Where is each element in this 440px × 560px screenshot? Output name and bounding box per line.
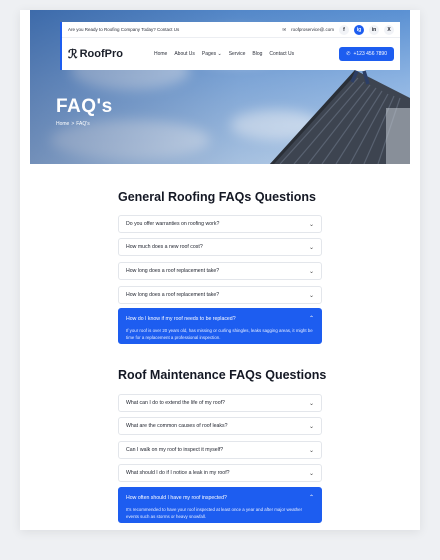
- phone-number: +123 456 7890: [353, 51, 387, 57]
- faq-question: Can I walk on my roof to inspect it myse…: [126, 447, 224, 453]
- nav-blog[interactable]: Blog: [252, 51, 262, 57]
- chevron-up-icon: ⌃: [308, 495, 314, 501]
- x-icon[interactable]: X: [384, 24, 394, 35]
- faq-item[interactable]: Can I walk on my roof to inspect it myse…: [118, 441, 322, 459]
- logo-icon: ℛ: [68, 47, 78, 61]
- facebook-icon[interactable]: f: [339, 24, 349, 35]
- top-bar: Are you Ready to Roofing Company Today? …: [62, 22, 400, 38]
- mail-icon: ✉: [282, 26, 287, 32]
- breadcrumb-separator: >: [71, 121, 75, 127]
- nav-contact[interactable]: Contact Us: [269, 51, 294, 57]
- linkedin-icon[interactable]: in: [369, 24, 379, 35]
- faq-item[interactable]: What should I do if I notice a leak in m…: [118, 464, 322, 482]
- faq-item[interactable]: How much does a new roof cost? ⌄: [118, 238, 322, 256]
- faq-question: Do you offer warranties on roofing work?: [126, 221, 220, 227]
- nav-about[interactable]: About Us: [174, 51, 195, 57]
- faq-question: How do I know if my roof needs to be rep…: [126, 315, 236, 322]
- breadcrumb-home[interactable]: Home: [56, 121, 69, 127]
- faq-answer: If your roof is over 20 years old, has m…: [126, 328, 313, 340]
- nav-home[interactable]: Home: [154, 51, 167, 57]
- chevron-down-icon: ⌄: [308, 423, 314, 430]
- faq-question: How long does a roof replacement take?: [126, 268, 220, 274]
- chevron-down-icon: ⌄: [308, 268, 314, 275]
- chevron-down-icon: ⌄: [308, 244, 314, 251]
- logo[interactable]: ℛ RoofPro: [68, 47, 138, 61]
- breadcrumb-current: FAQ's: [76, 121, 90, 127]
- nav-pages[interactable]: Pages ⌄: [202, 51, 222, 57]
- faq-item[interactable]: What are the common causes of roof leaks…: [118, 417, 322, 435]
- chevron-down-icon: ⌄: [217, 51, 222, 57]
- faq-item[interactable]: How long does a roof replacement take? ⌄: [118, 262, 322, 280]
- faq-question: What can I do to extend the life of my r…: [126, 400, 225, 406]
- brand-name: RoofPro: [79, 48, 123, 60]
- faq-item-expanded[interactable]: How do I know if my roof needs to be rep…: [118, 308, 322, 344]
- email-link[interactable]: roofproservice@.com: [291, 27, 334, 32]
- chevron-down-icon: ⌄: [308, 470, 314, 477]
- instagram-icon[interactable]: ig: [354, 24, 364, 35]
- nav-service[interactable]: Service: [229, 51, 246, 57]
- faq-item[interactable]: Do you offer warranties on roofing work?…: [118, 215, 322, 233]
- page: Are you Ready to Roofing Company Today? …: [20, 10, 420, 530]
- main-nav: ℛ RoofPro Home About Us Pages ⌄ Service …: [62, 38, 400, 70]
- chevron-down-icon: ⌄: [308, 292, 314, 299]
- breadcrumb: Home > FAQ's: [56, 121, 90, 127]
- site-header: Are you Ready to Roofing Company Today? …: [60, 22, 400, 70]
- phone-button[interactable]: ✆ +123 456 7890: [339, 47, 394, 61]
- faq-question: How much does a new roof cost?: [126, 244, 203, 250]
- faq-question: How often should I have my roof inspecte…: [126, 494, 227, 501]
- section-title-maintenance: Roof Maintenance FAQs Questions: [118, 368, 327, 382]
- section-title-general: General Roofing FAQs Questions: [118, 190, 316, 204]
- chevron-down-icon: ⌄: [308, 447, 314, 454]
- faq-question: What are the common causes of roof leaks…: [126, 423, 228, 429]
- chevron-up-icon: ⌃: [308, 316, 314, 322]
- faq-question: How long does a roof replacement take?: [126, 292, 220, 298]
- faq-item[interactable]: How long does a roof replacement take? ⌄: [118, 286, 322, 304]
- faq-item-expanded[interactable]: How often should I have my roof inspecte…: [118, 487, 322, 523]
- chevron-down-icon: ⌄: [308, 221, 314, 228]
- faq-item[interactable]: What can I do to extend the life of my r…: [118, 394, 322, 412]
- page-title: FAQ's: [56, 96, 113, 117]
- faq-answer: It's recommended to have your roof inspe…: [126, 507, 303, 519]
- chevron-down-icon: ⌄: [308, 400, 314, 407]
- nav-pages-label: Pages: [201, 51, 217, 57]
- promo-text: Are you Ready to Roofing Company Today? …: [68, 27, 180, 32]
- phone-icon: ✆: [346, 51, 351, 57]
- faq-question: What should I do if I notice a leak in m…: [126, 470, 230, 476]
